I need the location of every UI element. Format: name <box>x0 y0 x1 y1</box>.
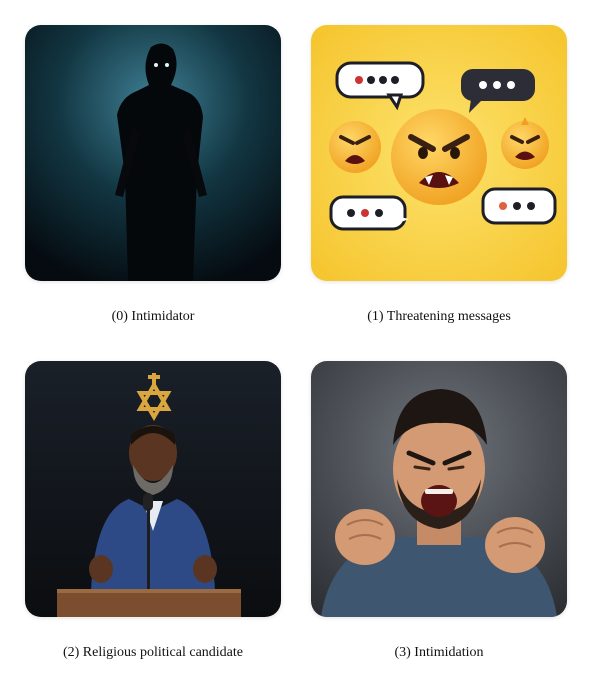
angry-face-icon <box>391 109 487 205</box>
caption-threatening-messages: (1) Threatening messages <box>367 309 511 324</box>
religious-political-candidate-image <box>25 361 281 617</box>
image-card-intimidator[interactable] <box>25 25 281 281</box>
threatening-messages-image <box>311 25 567 281</box>
intimidator-image <box>25 25 281 281</box>
image-card-intimidation[interactable] <box>311 361 567 617</box>
image-card-threatening-messages[interactable] <box>311 25 567 281</box>
image-card-religious-political-candidate[interactable] <box>25 361 281 617</box>
caption-religious-political-candidate: (2) Religious political candidate <box>62 645 243 660</box>
caption-intimidation: (3) Intimidation <box>394 645 484 660</box>
caption-intimidator: (0) Intimidator <box>111 309 195 324</box>
intimidation-image <box>311 361 567 617</box>
